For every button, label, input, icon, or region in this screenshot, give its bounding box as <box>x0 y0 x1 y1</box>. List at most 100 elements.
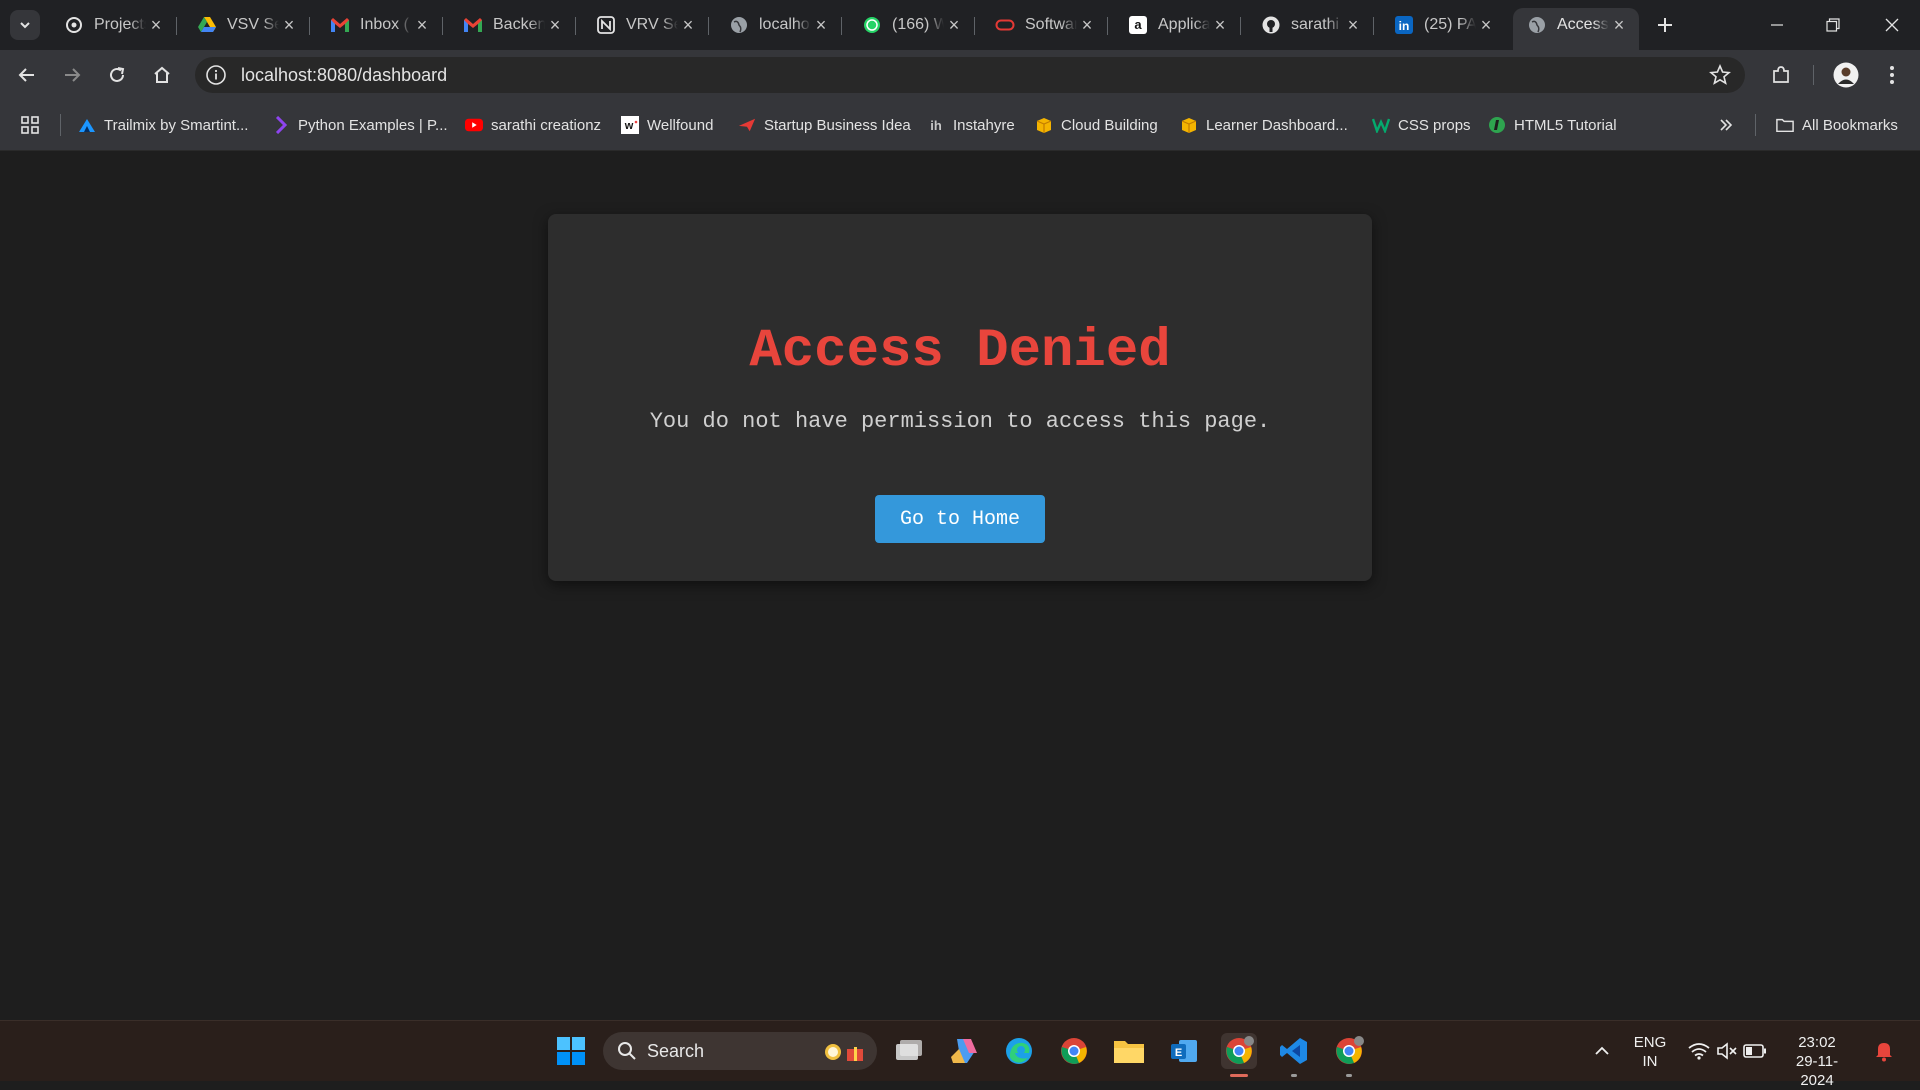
region-code: IN <box>1642 1053 1658 1070</box>
plus-icon <box>1658 18 1672 32</box>
go-to-home-button[interactable]: Go to Home <box>875 495 1045 543</box>
bookmark-item[interactable]: HTML5 Tutorial <box>1488 113 1617 137</box>
home-button[interactable] <box>145 58 179 92</box>
edge-button[interactable] <box>1001 1033 1037 1069</box>
close-icon[interactable]: × <box>1609 15 1629 35</box>
battery-button[interactable] <box>1737 1033 1773 1069</box>
globe-icon <box>729 15 749 35</box>
edge-icon <box>1006 1038 1032 1064</box>
file-explorer-button[interactable] <box>1111 1033 1147 1069</box>
bookmark-item[interactable]: Trailmix by Smartint... <box>78 113 248 137</box>
forward-button[interactable] <box>55 58 89 92</box>
tab-software[interactable]: Software × <box>981 8 1108 42</box>
bookmark-item[interactable]: ih Instahyre <box>927 113 1014 137</box>
vscode-icon <box>1280 1038 1307 1064</box>
extensions-button[interactable] <box>1764 58 1798 92</box>
tab-title: VSV Services <box>227 16 279 33</box>
tab-title: sarathi <box>1291 16 1340 33</box>
bookmark-item[interactable]: Startup Business Idea <box>738 113 911 137</box>
bookmark-item[interactable]: Learner Dashboard... <box>1180 113 1348 137</box>
bookmarks-bar: Trailmix by Smartint... Python Examples … <box>0 100 1920 151</box>
chevron-down-icon <box>20 22 30 29</box>
tab-backend[interactable]: Backend × <box>449 8 576 42</box>
close-icon[interactable]: × <box>944 15 964 35</box>
new-tab-button[interactable] <box>1650 10 1680 40</box>
minimize-button[interactable] <box>1749 0 1805 50</box>
close-icon[interactable]: × <box>1210 15 1230 35</box>
close-icon[interactable]: × <box>678 15 698 35</box>
grid-icon <box>21 116 39 134</box>
openai-icon <box>64 15 84 35</box>
tab-vsv[interactable]: VSV Services × <box>183 8 310 42</box>
notifications-button[interactable] <box>1866 1033 1902 1069</box>
url-text[interactable]: localhost:8080/dashboard <box>241 65 447 86</box>
address-bar[interactable]: localhost:8080/dashboard <box>195 57 1745 93</box>
clock[interactable]: 23:02 29-11-2024 <box>1780 1033 1854 1090</box>
chrome-profile-button-active[interactable] <box>1221 1033 1257 1069</box>
close-icon[interactable]: × <box>279 15 299 35</box>
menu-button[interactable] <box>1875 58 1909 92</box>
all-bookmarks-button[interactable]: All Bookmarks <box>1776 113 1898 137</box>
restore-button[interactable] <box>1805 0 1861 50</box>
bookmark-item[interactable]: sarathi creationz <box>465 113 601 137</box>
tab-title: Projects <box>94 16 146 33</box>
more-bookmarks-button[interactable] <box>1718 113 1734 137</box>
start-button[interactable] <box>553 1033 589 1069</box>
tab-search-button[interactable] <box>10 10 40 40</box>
tab-application[interactable]: a Application × <box>1114 8 1241 42</box>
bookmark-item[interactable]: CSS props <box>1372 113 1471 137</box>
task-view-button[interactable] <box>891 1033 927 1069</box>
vscode-button[interactable] <box>1276 1033 1312 1069</box>
chrome-button[interactable] <box>1056 1033 1092 1069</box>
tab-title: Software <box>1025 16 1077 33</box>
site-info-icon[interactable] <box>205 64 227 86</box>
tab-whatsapp[interactable]: (166) WhatsApp × <box>848 8 975 42</box>
tab-access-active[interactable]: Access × <box>1513 8 1639 50</box>
volume-muted-icon <box>1717 1042 1737 1060</box>
close-icon[interactable]: × <box>545 15 565 35</box>
bookmark-label: Trailmix by Smartint... <box>104 116 249 134</box>
tab-linkedin[interactable]: in (25) PA × <box>1380 8 1506 42</box>
tab-inbox[interactable]: Inbox ( × <box>316 8 443 42</box>
bookmark-item[interactable]: Python Examples | P... <box>272 113 448 137</box>
close-window-button[interactable] <box>1864 0 1920 50</box>
svg-text:a: a <box>1134 17 1142 32</box>
reload-icon <box>110 67 125 82</box>
page-viewport: Access Denied You do not have permission… <box>0 151 1920 1020</box>
tab-strip: Projects × VSV Services × Inbox ( × Back… <box>0 0 1920 50</box>
tab-localhost[interactable]: localhost × <box>715 8 842 42</box>
close-icon[interactable]: × <box>146 15 166 35</box>
bookmarks-divider <box>60 114 61 136</box>
running-app-indicator <box>1346 1074 1352 1077</box>
svg-text:in: in <box>1399 19 1410 33</box>
show-hidden-icons-button[interactable] <box>1584 1033 1620 1069</box>
copilot-button[interactable] <box>946 1033 982 1069</box>
close-icon[interactable]: × <box>1343 15 1363 35</box>
chrome-second-profile-button[interactable] <box>1331 1033 1367 1069</box>
amazon-icon: a <box>1128 15 1148 35</box>
close-icon[interactable]: × <box>1476 15 1496 35</box>
bookmark-star-icon[interactable] <box>1709 64 1731 86</box>
bookmarks-divider <box>1755 114 1756 136</box>
html5-tutorial-icon <box>1488 116 1506 134</box>
widgets-alarm-gift-icon <box>825 1044 863 1061</box>
bookmark-label: Cloud Building <box>1061 116 1158 134</box>
close-icon[interactable]: × <box>412 15 432 35</box>
bookmark-item[interactable]: Cloud Building <box>1035 113 1158 137</box>
taskbar-search[interactable]: Search <box>603 1032 877 1070</box>
outlook-button[interactable]: E <box>1166 1033 1202 1069</box>
home-icon <box>154 66 170 83</box>
apps-button[interactable] <box>20 113 40 137</box>
bookmark-label: Learner Dashboard... <box>1206 116 1348 134</box>
close-icon[interactable]: × <box>1077 15 1097 35</box>
tab-github[interactable]: sarathi × <box>1247 8 1374 42</box>
profile-avatar[interactable] <box>1829 58 1863 92</box>
language-indicator[interactable]: ENG IN <box>1628 1033 1672 1071</box>
folder-icon <box>1776 116 1794 134</box>
tab-vrv[interactable]: VRV Security × <box>582 8 709 42</box>
back-button[interactable] <box>10 58 44 92</box>
reload-button[interactable] <box>100 58 134 92</box>
close-icon[interactable]: × <box>811 15 831 35</box>
tab-projects[interactable]: Projects × <box>50 8 177 42</box>
bookmark-item[interactable]: w Wellfound <box>621 113 713 137</box>
